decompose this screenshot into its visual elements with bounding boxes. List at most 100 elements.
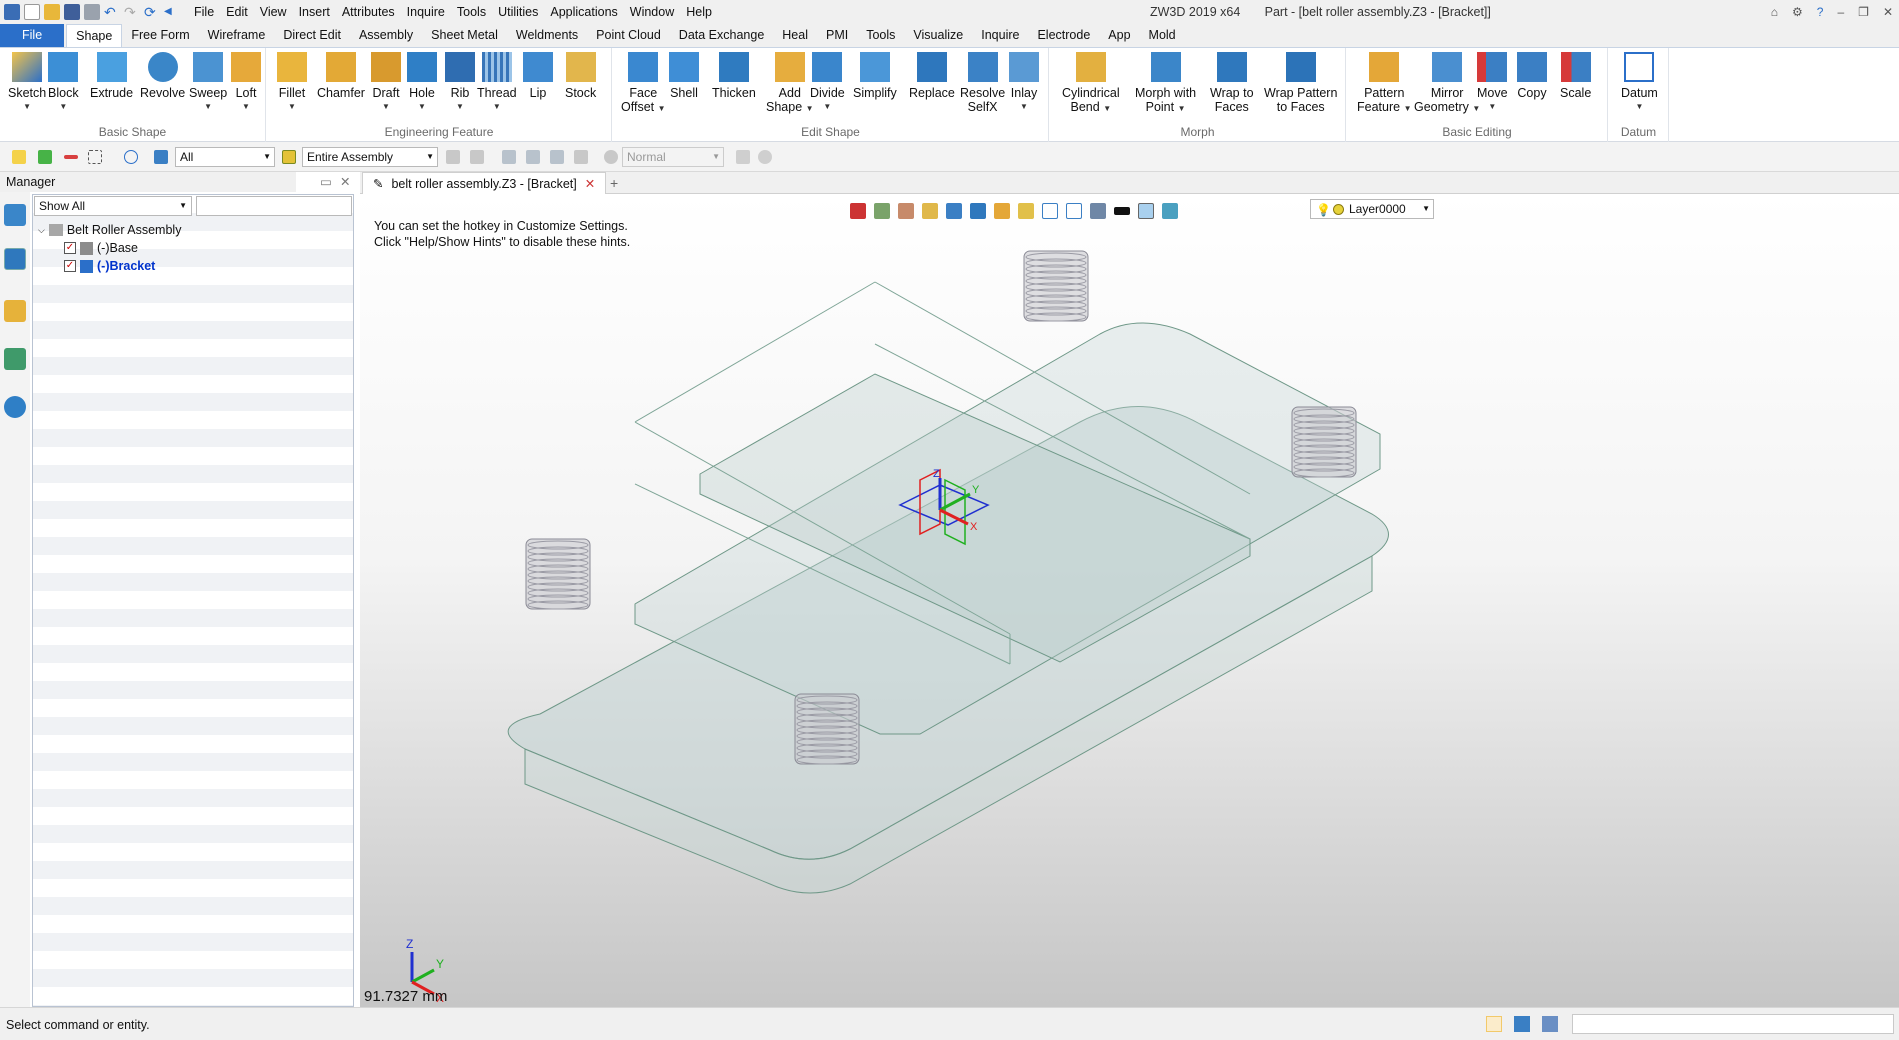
tree-item-root[interactable]: ⌵ Belt Roller Assembly xyxy=(38,221,181,239)
model-bracket-view[interactable]: Z Y X Z Y X xyxy=(360,194,1899,1007)
new-tab-icon[interactable]: + xyxy=(610,172,618,194)
menu-attributes[interactable]: Attributes xyxy=(336,0,401,24)
revolve-button[interactable]: Revolve xyxy=(140,52,185,100)
select-pointer-icon[interactable] xyxy=(12,150,26,164)
visibility-checkbox[interactable]: ✓ xyxy=(64,260,76,272)
tool-settings-icon[interactable] xyxy=(758,150,772,164)
toggle-a-icon[interactable] xyxy=(446,150,460,164)
repeat-icon[interactable]: ⟳ xyxy=(144,4,160,20)
tab-data-exchange[interactable]: Data Exchange xyxy=(670,24,773,47)
datum-button[interactable]: Datum ▼ xyxy=(1621,52,1658,114)
visibility-checkbox[interactable]: ✓ xyxy=(64,242,76,254)
chamfer-button[interactable]: Chamfer xyxy=(317,52,365,100)
visual-manager-icon[interactable] xyxy=(4,348,26,370)
menu-edit[interactable]: Edit xyxy=(220,0,254,24)
resolve-selfx-button[interactable]: Resolve SelfX xyxy=(960,52,1005,114)
close-icon[interactable]: ✕ xyxy=(1883,0,1893,24)
menu-window[interactable]: Window xyxy=(624,0,680,24)
tab-mold[interactable]: Mold xyxy=(1140,24,1185,47)
draft-button[interactable]: Draft ▼ xyxy=(371,52,401,114)
tab-wireframe[interactable]: Wireframe xyxy=(199,24,275,47)
thicken-button[interactable]: Thicken xyxy=(712,52,756,100)
collapse-icon[interactable]: ⌵ xyxy=(38,221,45,239)
menu-help[interactable]: Help xyxy=(680,0,718,24)
lip-button[interactable]: Lip xyxy=(523,52,553,100)
tree-search-input[interactable] xyxy=(196,196,352,216)
pattern-feature-button[interactable]: Pattern Feature ▼ xyxy=(1357,52,1412,116)
tab-point-cloud[interactable]: Point Cloud xyxy=(587,24,670,47)
morph-with-point-button[interactable]: Morph with Point ▼ xyxy=(1135,52,1196,116)
thread-button[interactable]: Thread ▼ xyxy=(477,52,517,114)
tab-assembly[interactable]: Assembly xyxy=(350,24,422,47)
tree-filter-select[interactable]: Show All ▼ xyxy=(34,196,192,216)
wrap-to-faces-button[interactable]: Wrap to Faces xyxy=(1210,52,1254,114)
graphics-viewport[interactable]: You can set the hotkey in Customize Sett… xyxy=(360,194,1899,1007)
block-button[interactable]: Block ▼ xyxy=(48,52,79,114)
rib-button[interactable]: Rib ▼ xyxy=(445,52,475,114)
toggle-d-icon[interactable] xyxy=(526,150,540,164)
toggle-f-icon[interactable] xyxy=(574,150,588,164)
restore-icon[interactable]: ❐ xyxy=(1858,0,1869,24)
menu-insert[interactable]: Insert xyxy=(293,0,336,24)
tab-electrode[interactable]: Electrode xyxy=(1028,24,1099,47)
tab-visualize[interactable]: Visualize xyxy=(904,24,972,47)
box-select-icon[interactable] xyxy=(88,150,102,164)
sketch-button[interactable]: Sketch ▼ xyxy=(8,52,46,114)
history-manager-icon[interactable] xyxy=(4,204,26,226)
user-role-icon[interactable] xyxy=(4,396,26,418)
assembly-scope-icon[interactable] xyxy=(282,150,296,164)
render-mode-select[interactable]: Normal ▼ xyxy=(622,147,724,167)
pin-icon[interactable]: ▭ xyxy=(320,172,332,192)
scale-button[interactable]: Scale xyxy=(1560,52,1591,100)
cylindrical-bend-button[interactable]: Cylindrical Bend ▼ xyxy=(1062,52,1120,116)
mirror-geometry-button[interactable]: Mirror Geometry ▼ xyxy=(1414,52,1480,116)
pick-icon[interactable] xyxy=(736,150,750,164)
shell-button[interactable]: Shell xyxy=(669,52,699,100)
redo-icon[interactable]: ↷ xyxy=(124,4,140,20)
face-offset-button[interactable]: Face Offset ▼ xyxy=(621,52,666,116)
toggle-b-icon[interactable] xyxy=(470,150,484,164)
tree-item-base[interactable]: ✓ (-)Base xyxy=(64,239,138,257)
copy-button[interactable]: Copy xyxy=(1517,52,1547,100)
tab-file[interactable]: File xyxy=(0,24,65,47)
status-toggle-3-icon[interactable] xyxy=(1542,1016,1558,1032)
status-toggle-2-icon[interactable] xyxy=(1514,1016,1530,1032)
loft-button[interactable]: Loft ▼ xyxy=(231,52,261,114)
tab-close-icon[interactable]: ✕ xyxy=(585,173,595,194)
menu-inquire[interactable]: Inquire xyxy=(401,0,451,24)
menu-file[interactable]: File xyxy=(188,0,220,24)
document-tab[interactable]: ✎ belt roller assembly.Z3 - [Bracket] ✕ xyxy=(362,172,607,194)
tab-app[interactable]: App xyxy=(1099,24,1139,47)
loop-select-icon[interactable] xyxy=(124,150,138,164)
undo-icon[interactable]: ↶ xyxy=(104,4,120,20)
part-library-icon[interactable] xyxy=(4,300,26,322)
render-mode-icon[interactable] xyxy=(604,150,618,164)
replace-button[interactable]: Replace xyxy=(909,52,955,100)
new-file-icon[interactable] xyxy=(24,4,40,20)
home-icon[interactable]: ⌂ xyxy=(1771,0,1778,24)
add-icon[interactable] xyxy=(38,150,52,164)
save-icon[interactable] xyxy=(64,4,80,20)
divide-button[interactable]: Divide ▼ xyxy=(810,52,845,114)
stock-button[interactable]: Stock xyxy=(565,52,596,100)
tab-free-form[interactable]: Free Form xyxy=(122,24,198,47)
add-shape-button[interactable]: Add Shape ▼ xyxy=(766,52,814,116)
print-icon[interactable] xyxy=(84,4,100,20)
tab-tools[interactable]: Tools xyxy=(857,24,904,47)
toggle-e-icon[interactable] xyxy=(550,150,564,164)
assembly-manager-icon[interactable] xyxy=(4,248,26,270)
panel-close-icon[interactable]: ✕ xyxy=(340,172,350,192)
command-input[interactable] xyxy=(1572,1014,1894,1034)
menu-view[interactable]: View xyxy=(254,0,293,24)
menu-applications[interactable]: Applications xyxy=(544,0,623,24)
help-icon[interactable]: ? xyxy=(1817,0,1824,24)
tree-item-bracket[interactable]: ✓ (-)Bracket xyxy=(64,257,155,275)
settings-gear-icon[interactable]: ⚙ xyxy=(1792,0,1803,24)
inlay-button[interactable]: Inlay ▼ xyxy=(1009,52,1039,114)
tab-weldments[interactable]: Weldments xyxy=(507,24,587,47)
open-folder-icon[interactable] xyxy=(44,4,60,20)
status-toggle-1-icon[interactable] xyxy=(1486,1016,1502,1032)
tab-shape[interactable]: Shape xyxy=(66,24,123,47)
tab-inquire[interactable]: Inquire xyxy=(972,24,1028,47)
sweep-button[interactable]: Sweep ▼ xyxy=(189,52,227,114)
